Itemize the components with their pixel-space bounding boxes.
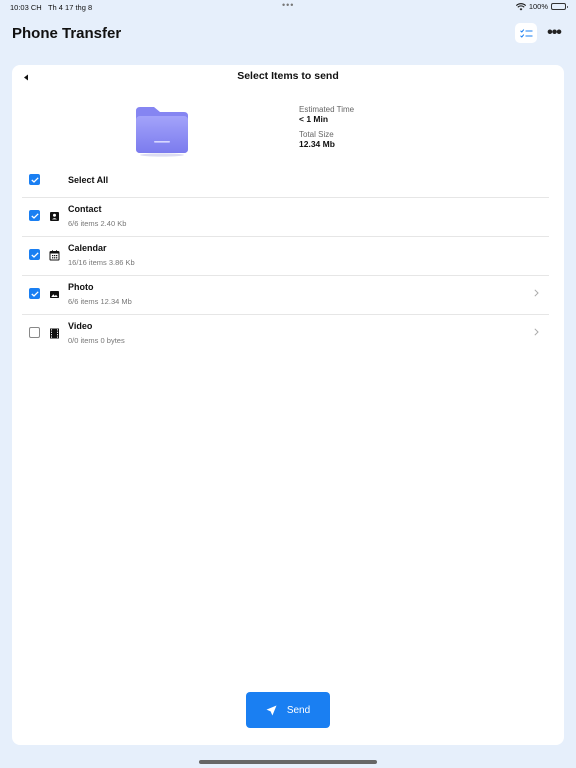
chevron-right-icon[interactable] (531, 326, 541, 338)
app-title: Phone Transfer (12, 25, 122, 42)
send-icon (266, 705, 277, 715)
calendar-icon (49, 250, 60, 261)
send-label: Send (286, 704, 311, 716)
video-details: 0/0 items 0 bytes (68, 336, 125, 345)
back-arrow-icon (24, 74, 28, 80)
estimated-time-value: < 1 Min (299, 114, 329, 124)
photo-checkbox[interactable] (29, 288, 40, 299)
calendar-checkbox[interactable] (29, 249, 40, 260)
divider (22, 236, 549, 237)
chevron-right-icon[interactable] (531, 287, 541, 299)
wifi-icon (515, 2, 526, 10)
calendar-details: 16/16 items 3.86 Kb (68, 258, 135, 267)
divider (22, 314, 549, 315)
transfer-info: Estimated Time < 1 Min Total Size 12.34 … (299, 105, 354, 155)
total-size-value: 12.34 Mb (299, 139, 335, 149)
select-all-checkbox[interactable] (29, 174, 40, 185)
multitask-dots[interactable]: ••• (282, 0, 294, 10)
select-items-card: Select Items to send Estimated Time < 1 … (12, 65, 564, 745)
status-bar: 10:03 CH Th 4 17 thg 8 ••• 100% (0, 0, 576, 14)
status-date: Th 4 17 thg 8 (47, 3, 93, 12)
select-all-label: Select All (68, 175, 109, 185)
contact-details: 6/6 items 2.40 Kb (68, 219, 127, 228)
checkmark-icon (30, 212, 39, 219)
status-time: 10:03 CH Th 4 17 thg 8 (10, 3, 93, 12)
calendar-label: Calendar (68, 243, 107, 253)
checkmark-icon (30, 176, 39, 183)
more-options-button[interactable]: ••• (544, 24, 564, 42)
contact-checkbox[interactable] (29, 210, 40, 221)
contact-label: Contact (68, 204, 102, 214)
checkmark-icon (30, 290, 39, 297)
select-all-row[interactable]: Select All (12, 170, 564, 196)
estimated-time-label: Estimated Time (299, 105, 355, 114)
photo-icon (49, 289, 60, 300)
checklist-button[interactable] (515, 23, 537, 43)
card-title: Select Items to send (237, 70, 339, 82)
back-button[interactable] (20, 71, 32, 83)
video-checkbox[interactable] (29, 327, 40, 338)
status-right: 100% (515, 2, 568, 11)
battery-icon (551, 3, 568, 10)
send-button[interactable]: Send (246, 692, 330, 728)
photo-details: 6/6 items 12.34 Mb (68, 297, 132, 306)
contact-icon (49, 211, 60, 222)
checklist-icon (519, 28, 532, 38)
total-size-label: Total Size (299, 130, 334, 139)
photo-label: Photo (68, 282, 94, 292)
battery-percent: 100% (528, 2, 548, 11)
checkmark-icon (30, 251, 39, 258)
folder-icon (136, 107, 188, 157)
home-indicator[interactable] (199, 760, 377, 764)
divider (22, 275, 549, 276)
video-label: Video (68, 321, 93, 331)
video-icon (49, 328, 60, 339)
list-item-video[interactable]: Video 0/0 items 0 bytes (12, 320, 564, 358)
divider (22, 197, 549, 198)
